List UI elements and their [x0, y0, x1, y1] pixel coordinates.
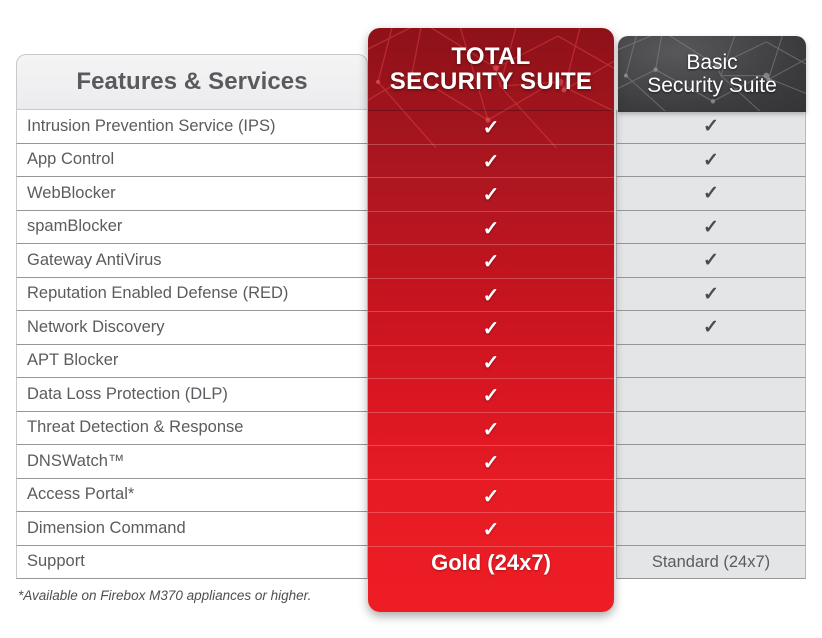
total-column-cells: ✓ ✓ ✓ ✓ ✓ ✓ ✓ ✓ ✓ ✓ ✓ ✓ ✓ Gold (24x7) — [368, 110, 614, 579]
basic-value-cell — [616, 478, 806, 512]
check-icon: ✓ — [703, 149, 719, 171]
check-icon: ✓ — [482, 284, 500, 307]
check-icon: ✓ — [482, 351, 500, 374]
feature-name-cell: App Control — [16, 143, 368, 177]
feature-name-cell: Threat Detection & Response — [16, 411, 368, 445]
total-header-line1: TOTAL — [451, 42, 531, 70]
check-icon: ✓ — [703, 216, 719, 238]
check-icon: ✓ — [482, 318, 500, 341]
basic-header-line2: Security Suite — [647, 74, 777, 97]
basic-value-cell: ✓ — [616, 244, 806, 278]
total-value-cell: ✓ — [368, 478, 614, 513]
basic-value-cell: ✓ — [616, 277, 806, 311]
check-icon: ✓ — [703, 116, 719, 138]
feature-name-cell: spamBlocker — [16, 210, 368, 244]
feature-name-cell: APT Blocker — [16, 344, 368, 378]
check-icon: ✓ — [482, 117, 500, 140]
feature-name-cell: Reputation Enabled Defense (RED) — [16, 277, 368, 311]
total-security-suite-column[interactable]: TOTAL SECURITY SUITE ✓ ✓ ✓ ✓ ✓ ✓ ✓ ✓ ✓ ✓ ✓ ✓ ✓ Gold (… — [368, 28, 614, 612]
total-value-cell: ✓ — [368, 311, 614, 345]
total-header-label: TOTAL SECURITY SUITE — [368, 28, 614, 110]
feature-name-cell: Gateway AntiVirus — [16, 244, 368, 278]
basic-value-cell — [616, 411, 806, 445]
check-icon: ✓ — [482, 485, 500, 508]
total-value-cell: ✓ — [368, 411, 614, 446]
basic-value-cell: ✓ — [616, 143, 806, 177]
check-icon: ✓ — [482, 452, 500, 475]
total-value-cell: ✓ — [368, 110, 614, 144]
footnote: *Available on Firebox M370 appliances or… — [18, 588, 312, 603]
basic-value-cell: ✓ — [616, 177, 806, 211]
total-support-cell: Gold (24x7) — [368, 545, 614, 580]
total-value-cell: ✓ — [368, 277, 614, 312]
feature-name-cell: Intrusion Prevention Service (IPS) — [16, 110, 368, 144]
feature-name-cell: DNSWatch™ — [16, 445, 368, 479]
total-value-cell: ✓ — [368, 244, 614, 278]
basic-column-header: Basic Security Suite — [616, 36, 806, 112]
check-icon: ✓ — [482, 217, 500, 240]
total-value-cell: ✓ — [368, 344, 614, 379]
support-total-label: Gold (24x7) — [431, 549, 551, 575]
basic-value-cell — [616, 445, 806, 479]
feature-name-cell: WebBlocker — [16, 177, 368, 211]
total-value-cell: ✓ — [368, 210, 614, 245]
check-icon: ✓ — [482, 150, 500, 173]
basic-header-label: Basic Security Suite — [647, 51, 777, 97]
check-icon: ✓ — [703, 183, 719, 205]
basic-value-cell: ✓ — [616, 311, 806, 345]
feature-name-cell: Dimension Command — [16, 512, 368, 546]
basic-value-cell: ✓ — [616, 110, 806, 144]
basic-value-cell — [616, 512, 806, 546]
check-icon: ✓ — [482, 418, 500, 441]
total-value-cell: ✓ — [368, 445, 614, 479]
support-basic-label: Standard (24x7) — [651, 552, 771, 571]
basic-value-cell — [616, 378, 806, 412]
features-column-header: Features & Services — [16, 54, 368, 110]
basic-value-cell — [616, 344, 806, 378]
basic-header-line1: Basic — [686, 50, 738, 74]
check-icon: ✓ — [482, 519, 500, 542]
total-header-line2: SECURITY SUITE — [389, 68, 593, 95]
basic-value-cell: ✓ — [616, 210, 806, 244]
check-icon: ✓ — [482, 251, 500, 274]
check-icon: ✓ — [703, 283, 719, 305]
check-icon: ✓ — [703, 250, 719, 272]
basic-header-panel: Basic Security Suite — [618, 36, 806, 112]
total-value-cell: ✓ — [368, 177, 614, 211]
check-icon: ✓ — [482, 184, 500, 207]
feature-name-cell: Network Discovery — [16, 311, 368, 345]
feature-name-cell: Access Portal* — [16, 478, 368, 512]
basic-value-cell: Standard (24x7) — [616, 545, 806, 579]
feature-name-cell: Data Loss Protection (DLP) — [16, 378, 368, 412]
comparison-table-page: Features & Services Basic Security Suite… — [0, 0, 822, 638]
total-value-cell: ✓ — [368, 143, 614, 178]
check-icon: ✓ — [482, 385, 500, 408]
total-value-cell: ✓ — [368, 378, 614, 412]
feature-name-cell: Support — [16, 545, 368, 579]
total-value-cell: ✓ — [368, 512, 614, 546]
check-icon: ✓ — [703, 317, 719, 339]
